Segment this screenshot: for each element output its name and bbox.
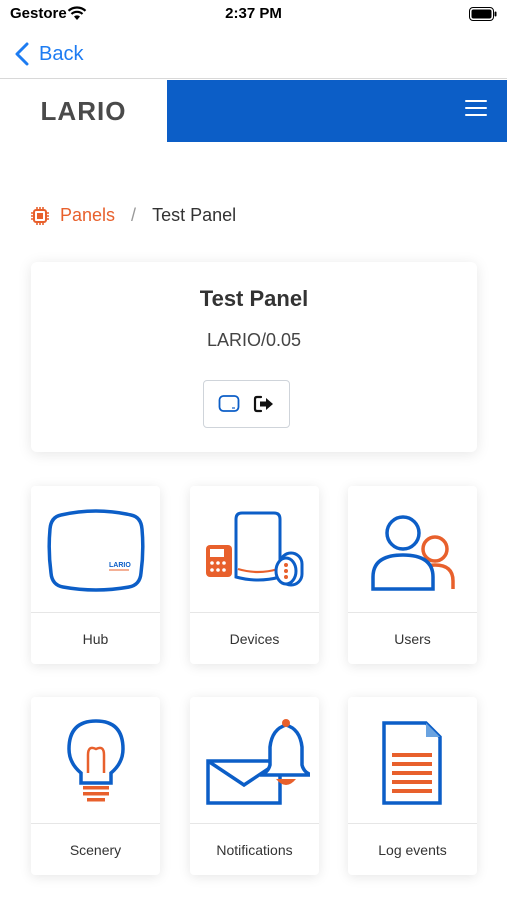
document-icon bbox=[381, 721, 442, 805]
app-header: LARIO bbox=[0, 80, 507, 142]
hamburger-menu-button[interactable] bbox=[465, 100, 487, 120]
breadcrumb-separator: / bbox=[131, 205, 137, 225]
clock: 2:37 PM bbox=[225, 5, 282, 22]
tile-label: Log events bbox=[348, 823, 477, 875]
hub-icon: LARIO bbox=[46, 509, 145, 592]
tile-hub[interactable]: LARIO Hub bbox=[31, 486, 160, 664]
tile-label: Scenery bbox=[31, 823, 160, 875]
logout-button[interactable] bbox=[251, 391, 277, 417]
battery-icon bbox=[469, 7, 497, 21]
back-button[interactable]: Back bbox=[14, 40, 83, 68]
tablet-icon bbox=[218, 395, 240, 412]
tablet-button[interactable] bbox=[216, 391, 242, 417]
devices-icon bbox=[205, 511, 303, 587]
tile-scenery[interactable]: Scenery bbox=[31, 697, 160, 875]
chevron-left-icon bbox=[15, 42, 29, 66]
users-icon bbox=[370, 515, 455, 591]
nav-bar: Back bbox=[0, 28, 507, 79]
tile-label: Devices bbox=[190, 612, 319, 664]
logout-icon bbox=[253, 395, 273, 413]
breadcrumb: Panels / Test Panel bbox=[30, 205, 236, 226]
breadcrumb-panels-link[interactable]: Panels bbox=[60, 205, 115, 226]
tile-devices[interactable]: Devices bbox=[190, 486, 319, 664]
svg-text:LARIO: LARIO bbox=[109, 562, 131, 569]
lightbulb-icon bbox=[66, 719, 125, 802]
tile-users[interactable]: Users bbox=[348, 486, 477, 664]
chip-icon bbox=[31, 206, 49, 225]
menu-line bbox=[465, 107, 487, 109]
menu-line bbox=[465, 114, 487, 116]
panel-version: LARIO/0.05 bbox=[206, 330, 302, 350]
tile-log-events[interactable]: Log events bbox=[348, 697, 477, 875]
menu-line bbox=[465, 100, 487, 102]
tile-notifications[interactable]: Notifications bbox=[190, 697, 319, 875]
status-bar: Gestore 2:37 PM bbox=[0, 0, 507, 28]
breadcrumb-current: Test Panel bbox=[152, 205, 237, 225]
notifications-icon bbox=[205, 719, 310, 805]
logo[interactable]: LARIO bbox=[0, 80, 167, 142]
header-bar bbox=[167, 80, 507, 142]
tile-label: Hub bbox=[31, 612, 160, 664]
panel-title: Test Panel bbox=[199, 286, 309, 311]
panel-action-group bbox=[203, 380, 290, 428]
tile-label: Notifications bbox=[190, 823, 319, 875]
logo-text: LARIO bbox=[40, 95, 127, 126]
panel-card: Test Panel LARIO/0.05 bbox=[31, 262, 477, 452]
tile-label: Users bbox=[348, 612, 477, 664]
back-label: Back bbox=[39, 42, 84, 65]
